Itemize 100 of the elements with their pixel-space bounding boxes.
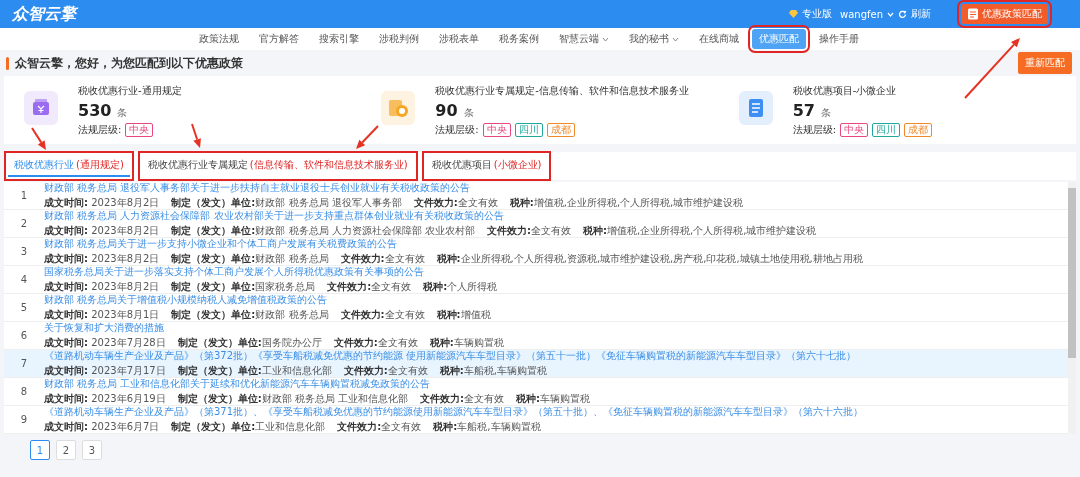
edition-label: 专业版 xyxy=(802,7,832,21)
level-tag: 成都 xyxy=(904,122,933,137)
page-button[interactable]: 3 xyxy=(82,440,102,460)
nav-tab[interactable]: 涉税判例 xyxy=(372,29,426,49)
policy-meta: 制定（发文）单位:财政部 税务总局 工业和信息化部 xyxy=(177,392,409,406)
logo-text: 众智云擎 xyxy=(12,3,76,25)
policy-meta: 文件效力:全文有效 xyxy=(337,420,422,434)
policy-meta: 文件效力:全文有效 xyxy=(343,364,428,378)
nav-tab[interactable]: 税务案例 xyxy=(492,29,546,49)
policy-meta: 制定（发文）单位:财政部 税务总局 xyxy=(171,252,329,266)
annotation-arrow xyxy=(31,127,46,150)
policy-meta: 成文时间: 2023年6月19日 xyxy=(44,392,166,406)
policy-row[interactable]: 8 财政部 税务总局 工业和信息化部关于延续和优化新能源汽车车辆购置税减免政策的公告 成文时间: 2023年6月19日 制定（发文）单位:财政部 税务总局 工业和信息化部 文件效力:全文有效 税种:车辆购置税 xyxy=(4,378,1068,406)
nav-tab[interactable]: 搜索引擎 xyxy=(312,29,366,49)
policy-meta: 税种:企业所得税,个人所得税,资源税,城市维护建设税,房产税,印花税,城镇土地使用税,耕地占用税 xyxy=(436,252,863,266)
policy-meta: 文件效力:全文有效 xyxy=(340,252,425,266)
greeting-text: 众智云擎，您好，为您匹配到以下优惠政策 xyxy=(15,54,244,72)
level-label: 法规层级: xyxy=(78,122,122,137)
nav-tab[interactable]: 在线商城 xyxy=(692,29,746,49)
policy-meta: 文件效力:全文有效 xyxy=(327,280,412,294)
row-number: 7 xyxy=(19,358,29,369)
nav-tab[interactable]: 官方解答 xyxy=(252,29,306,49)
card-title: 税收优惠项目-小微企业 xyxy=(792,83,898,98)
policy-meta: 税种:车辆购置税 xyxy=(516,392,591,406)
policy-meta: 成文时间: 2023年8月2日 xyxy=(44,196,160,210)
row-number: 3 xyxy=(19,246,29,257)
policy-row[interactable]: 1 财政部 税务总局 退役军人事务部关于进一步扶持自主就业退役士兵创业就业有关税收政策的公告 成文时间: 2023年8月2日 制定（发文）单位:财政部 税务总局 退役军人事务部 文件效力:全文有效 税种:增值税,企业所得税,个人所得税,城市维护建设税 xyxy=(4,182,1068,210)
level-tag: 四川 xyxy=(872,122,901,137)
policy-row[interactable]: 2 财政部 税务总局 人力资源社会保障部 农业农村部关于进一步支持重点群体创业就业有关税收政策的公告 成文时间: 2023年8月2日 制定（发文）单位:财政部 税务总局 人力资源社会保障部 农业农村部 文件效力:全文有效 税种:增值税,企业所得税,个人所得税,城市维护建设税 xyxy=(4,210,1068,238)
row-number: 4 xyxy=(19,274,29,285)
policy-meta: 成文时间: 2023年7月28日 xyxy=(44,336,166,350)
level-tag: 中央 xyxy=(482,122,511,137)
page-button[interactable]: 2 xyxy=(56,440,76,460)
count-value: 530 xyxy=(78,100,112,120)
policy-meta: 税种:车辆购置税 xyxy=(429,336,504,350)
nav-tab[interactable]: 智慧云端 xyxy=(552,29,616,49)
count-value: 57 xyxy=(792,100,815,120)
policy-meta: 税种:增值税,企业所得税,个人所得税,城市维护建设税 xyxy=(509,196,744,210)
policy-meta: 制定（发文）单位:国家税务总局 xyxy=(171,280,316,294)
policy-link[interactable]: 《道路机动车辆生产企业及产品》（第371批）、《享受车船税减免优惠的节约能源使用新能源汽车车型目录》（第五十批）、《免征车辆购置税的新能源汽车车型目录》（第六十六批） xyxy=(44,405,864,419)
row-number: 9 xyxy=(19,414,29,425)
nav-tab[interactable]: 政策法规 xyxy=(192,29,246,49)
policy-meta: 成文时间: 2023年6月7日 xyxy=(44,420,160,434)
policy-link[interactable]: 财政部 税务总局关于进一步支持小微企业和个体工商户发展有关税费政策的公告 xyxy=(44,237,863,251)
level-tag: 中央 xyxy=(125,122,154,137)
policy-meta: 文件效力:全文有效 xyxy=(333,336,418,350)
policy-meta: 制定（发文）单位:工业和信息化部 xyxy=(171,420,326,434)
policy-meta: 制定（发文）单位:工业和信息化部 xyxy=(177,364,332,378)
policy-meta: 税种:增值税,企业所得税,个人所得税,城市维护建设税 xyxy=(582,224,817,238)
policy-meta: 税种:个人所得税 xyxy=(423,280,498,294)
caret-icon xyxy=(672,36,679,42)
policy-meta: 制定（发文）单位:国务院办公厅 xyxy=(177,336,322,350)
policy-link[interactable]: 财政部 税务总局 退役军人事务部关于进一步扶持自主就业退役士兵创业就业有关税收政策的公告 xyxy=(44,181,744,195)
level-label: 法规层级: xyxy=(792,122,837,137)
count-unit: 条 xyxy=(820,105,831,120)
document-icon xyxy=(967,8,979,20)
policy-meta: 制定（发文）单位:财政部 税务总局 退役军人事务部 xyxy=(171,196,402,210)
policy-row[interactable]: 4 国家税务总局关于进一步落实支持个体工商户发展个人所得税优惠政策有关事项的公告 成文时间: 2023年8月2日 制定（发文）单位:国家税务总局 文件效力:全文有效 税种:个人所得税 xyxy=(4,266,1068,294)
level-tag: 成都 xyxy=(546,122,575,137)
nav-tab[interactable]: 我的秘书 xyxy=(622,29,686,49)
row-number: 5 xyxy=(19,302,29,313)
nav-tab[interactable]: 操作手册 xyxy=(812,29,866,49)
policy-meta: 税种:增值税 xyxy=(436,308,491,322)
policy-row[interactable]: 7 《道路机动车辆生产企业及产品》（第372批）《享受车船税减免优惠的节约能源 使用新能源汽车车型目录》（第五十一批）《免征车辆购置税的新能源汽车车型目录》（第六十七批） 成文时间: 2023年7月17日 制定（发文）单位:工业和信息化部 文件效力:全文有效 税种:车船税,车辆购置税 xyxy=(4,350,1068,378)
row-number: 8 xyxy=(19,386,29,397)
caret-icon xyxy=(602,36,609,42)
policy-meta: 文件效力:全文有效 xyxy=(413,196,498,210)
policy-link[interactable]: 国家税务总局关于进一步落实支持个体工商户发展个人所得税优惠政策有关事项的公告 xyxy=(44,265,498,279)
row-number: 2 xyxy=(19,218,29,229)
card-icon xyxy=(24,91,58,125)
policy-link[interactable]: 关于恢复和扩大消费的措施 xyxy=(44,321,504,335)
policy-meta: 制定（发文）单位:财政部 税务总局 人力资源社会保障部 农业农村部 xyxy=(171,224,475,238)
count-unit: 条 xyxy=(463,105,474,120)
level-tag: 中央 xyxy=(840,122,869,137)
policy-meta: 成文时间: 2023年8月2日 xyxy=(44,252,160,266)
policy-meta: 文件效力:全文有效 xyxy=(486,224,571,238)
policy-meta: 成文时间: 2023年8月1日 xyxy=(44,308,160,322)
card-icon xyxy=(738,91,773,125)
card-title: 税收优惠行业-通用规定 xyxy=(78,83,182,98)
annotation-arrow xyxy=(964,38,1020,99)
level-tag: 四川 xyxy=(514,122,543,137)
count-unit: 条 xyxy=(117,105,128,120)
level-label: 法规层级: xyxy=(435,122,479,137)
policy-meta: 文件效力:全文有效 xyxy=(340,308,425,322)
policy-link[interactable]: 财政部 税务总局 工业和信息化部关于延续和优化新能源汽车车辆购置税减免政策的公告 xyxy=(44,377,591,391)
diamond-icon xyxy=(789,10,798,18)
policy-meta: 税种:车船税,车辆购置税 xyxy=(433,420,541,434)
caret-icon xyxy=(887,11,894,17)
policy-meta: 文件效力:全文有效 xyxy=(420,392,505,406)
policy-meta: 成文时间: 2023年7月17日 xyxy=(44,364,166,378)
annotation-arrow xyxy=(356,125,379,149)
policy-row[interactable]: 5 财政部 税务总局关于增值税小规模纳税人减免增值税政策的公告 成文时间: 2023年8月1日 制定（发文）单位:财政部 税务总局 文件效力:全文有效 税种:增值税 xyxy=(4,294,1068,322)
annotation-arrow xyxy=(191,123,201,148)
policy-link[interactable]: 财政部 税务总局 人力资源社会保障部 农业农村部关于进一步支持重点群体创业就业有关税收政策的公告 xyxy=(44,209,817,223)
policy-row[interactable]: 3 财政部 税务总局关于进一步支持小微企业和个体工商户发展有关税费政策的公告 成文时间: 2023年8月2日 制定（发文）单位:财政部 税务总局 文件效力:全文有效 税种:企业所得税,个人所得税,资源税,城市维护建设税,房产税,印花税,城镇土地使用税,耕地占用税 xyxy=(4,238,1068,266)
policy-link[interactable]: 财政部 税务总局关于增值税小规模纳税人减免增值税政策的公告 xyxy=(44,293,491,307)
policy-row[interactable]: 9 《道路机动车辆生产企业及产品》（第371批）、《享受车船税减免优惠的节约能源使用新能源汽车车型目录》（第五十批）、《免征车辆购置税的新能源汽车车型目录》（第六十六批） 成文时间: 2023年6月7日 制定（发文）单位:工业和信息化部 文件效力:全文有效 税种:车船税,车辆购置税 xyxy=(4,406,1068,434)
nav-tab[interactable]: 涉税表单 xyxy=(432,29,486,49)
scrollbar[interactable] xyxy=(1068,182,1076,434)
policy-meta: 成文时间: 2023年8月2日 xyxy=(44,224,160,238)
